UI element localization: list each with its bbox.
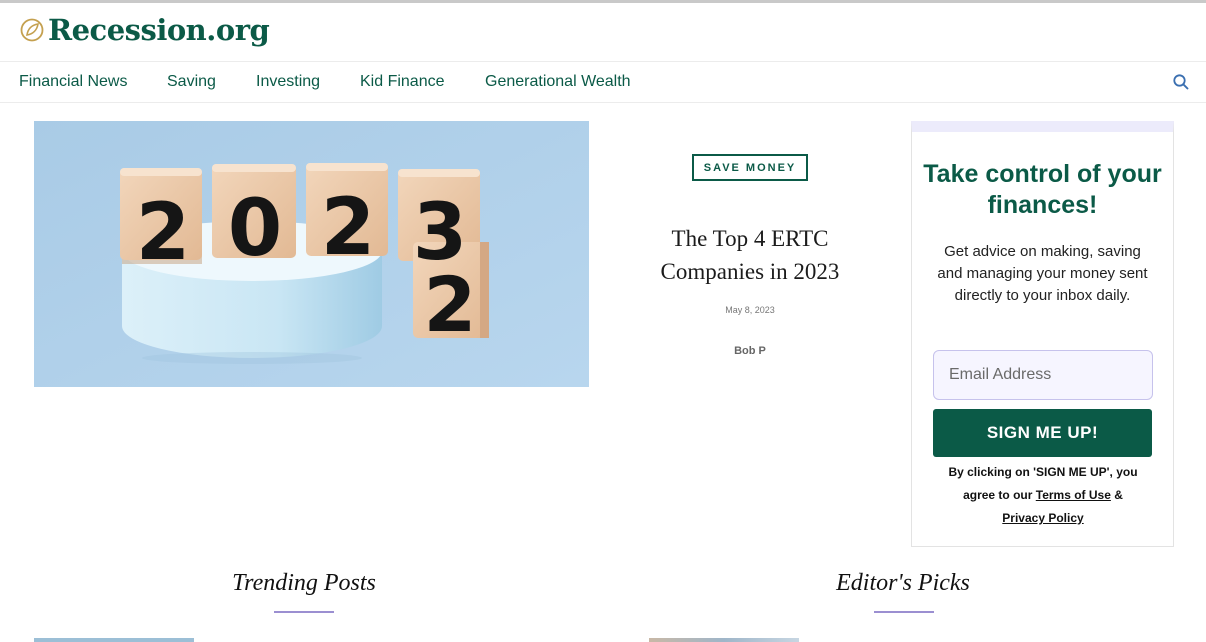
signup-legal-text: By clicking on 'SIGN ME UP', you agree t… — [932, 461, 1154, 530]
nav-item-saving[interactable]: Saving — [167, 73, 216, 91]
featured-article-image[interactable]: 2 0 2 3 2 — [34, 121, 589, 387]
legal-and: & — [1114, 488, 1123, 502]
nav-item-investing[interactable]: Investing — [256, 73, 320, 91]
main-nav: Financial News Saving Investing Kid Fina… — [0, 61, 1206, 103]
nav-item-kid-finance[interactable]: Kid Finance — [360, 73, 445, 91]
trending-post-thumbnail[interactable] — [34, 638, 194, 642]
browser-top-border — [0, 0, 1206, 3]
svg-text:2: 2 — [424, 260, 477, 349]
article-author[interactable]: Bob P — [690, 345, 810, 357]
search-icon[interactable] — [1172, 73, 1190, 91]
wooden-blocks-2023-image: 2 0 2 3 2 — [34, 121, 589, 387]
svg-text:2: 2 — [321, 183, 375, 273]
leaf-icon — [20, 18, 44, 42]
nav-item-generational-wealth[interactable]: Generational Wealth — [485, 73, 631, 91]
editors-pick-thumbnail[interactable] — [649, 638, 799, 642]
article-date: May 8, 2023 — [725, 305, 775, 315]
trending-posts-underline — [274, 611, 334, 613]
signup-title: Take control of your finances! — [923, 160, 1162, 219]
editors-picks-underline — [874, 611, 934, 613]
svg-text:0: 0 — [228, 184, 282, 274]
newsletter-signup-box: Take control of your finances! Get advic… — [911, 121, 1174, 547]
email-field[interactable] — [933, 350, 1153, 400]
category-badge[interactable]: SAVE MONEY — [692, 154, 808, 181]
signup-description: Get advice on making, saving and managin… — [937, 243, 1148, 304]
privacy-policy-link[interactable]: Privacy Policy — [1002, 511, 1083, 525]
sign-me-up-button[interactable]: SIGN ME UP! — [933, 409, 1152, 457]
svg-text:2: 2 — [136, 188, 190, 278]
site-name: Recession.org — [48, 13, 270, 47]
article-title[interactable]: The Top 4 ERTC Companies in 2023 — [630, 222, 870, 288]
nav-item-financial-news[interactable]: Financial News — [19, 73, 127, 91]
editors-picks-heading: Editor's Picks — [836, 570, 970, 596]
terms-of-use-link[interactable]: Terms of Use — [1036, 488, 1111, 502]
trending-posts-heading: Trending Posts — [232, 570, 376, 596]
site-logo[interactable]: Recession.org — [19, 13, 270, 47]
